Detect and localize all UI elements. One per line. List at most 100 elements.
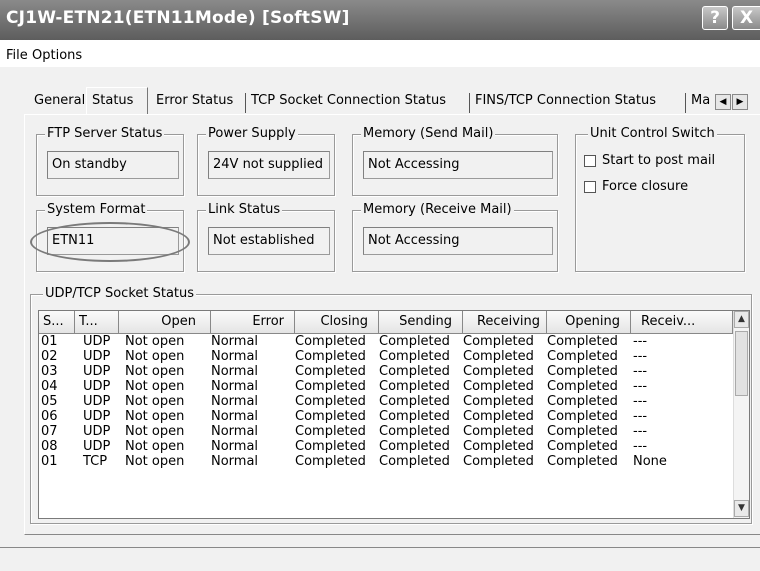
table-row[interactable]: 04 UDP Not open Normal Completed Completed Com… bbox=[39, 379, 733, 394]
table-cell: Not open bbox=[125, 424, 185, 439]
table-cell: Completed bbox=[547, 349, 618, 364]
table-cell: Completed bbox=[547, 379, 618, 394]
table-cell: Completed bbox=[547, 424, 618, 439]
force-closure-option[interactable]: Force closure bbox=[584, 179, 688, 194]
table-cell: Completed bbox=[463, 364, 534, 379]
table-cell: Completed bbox=[379, 439, 450, 454]
table-cell: Completed bbox=[295, 394, 366, 409]
unit-control-switch-label: Unit Control Switch bbox=[588, 126, 717, 141]
column-header[interactable]: Open bbox=[119, 311, 211, 334]
table-cell: Normal bbox=[211, 334, 259, 349]
tab-ma[interactable]: Ma bbox=[691, 93, 710, 108]
table-cell: --- bbox=[633, 409, 648, 424]
table-row[interactable]: 06 UDP Not open Normal Completed Completed Com… bbox=[39, 409, 733, 424]
column-header[interactable]: Sending bbox=[379, 311, 463, 334]
table-cell: UDP bbox=[83, 409, 111, 424]
table-cell: Completed bbox=[379, 409, 450, 424]
table-cell: 04 bbox=[41, 379, 58, 394]
table-cell: Completed bbox=[463, 424, 534, 439]
table-cell: 03 bbox=[41, 364, 58, 379]
table-cell: --- bbox=[633, 379, 648, 394]
power-supply-group: Power Supply 24V not supplied bbox=[197, 126, 335, 196]
column-header[interactable]: Opening bbox=[547, 311, 631, 334]
tab-fins-tcp-connection-status[interactable]: FINS/TCP Connection Status bbox=[475, 93, 656, 108]
table-cell: Completed bbox=[463, 454, 534, 469]
ftp-server-status-value: On standby bbox=[47, 151, 179, 179]
table-cell: --- bbox=[633, 349, 648, 364]
tab-error-status[interactable]: Error Status bbox=[156, 93, 233, 108]
column-header[interactable]: T... bbox=[75, 311, 119, 334]
tab-status[interactable]: Status bbox=[86, 87, 148, 115]
start-to-post-mail-label: Start to post mail bbox=[602, 153, 716, 168]
up-arrow-icon[interactable]: ▲ bbox=[734, 311, 749, 328]
table-cell: Completed bbox=[379, 349, 450, 364]
tab-separator bbox=[469, 93, 470, 113]
left-arrow-icon[interactable]: ◀ bbox=[715, 94, 731, 110]
table-cell: Completed bbox=[463, 334, 534, 349]
table-cell: UDP bbox=[83, 439, 111, 454]
table-cell: Not open bbox=[125, 334, 185, 349]
ftp-server-status-group: FTP Server Status On standby bbox=[36, 126, 184, 196]
table-cell: UDP bbox=[83, 334, 111, 349]
tab-tcp-socket-connection-status[interactable]: TCP Socket Connection Status bbox=[251, 93, 446, 108]
table-cell: Completed bbox=[295, 454, 366, 469]
table-cell: 05 bbox=[41, 394, 58, 409]
close-button[interactable]: X bbox=[732, 6, 760, 30]
table-cell: Not open bbox=[125, 349, 185, 364]
tab-strip: General Status Error Status TCP Socket C… bbox=[0, 67, 760, 119]
tab-general[interactable]: General bbox=[34, 93, 85, 108]
table-cell: Not open bbox=[125, 409, 185, 424]
table-cell: Completed bbox=[463, 439, 534, 454]
table-cell: Completed bbox=[463, 379, 534, 394]
highlight-ellipse bbox=[30, 222, 190, 262]
table-row[interactable]: 07 UDP Not open Normal Completed Completed Com… bbox=[39, 424, 733, 439]
table-cell: Completed bbox=[295, 424, 366, 439]
menu-options[interactable]: Options bbox=[32, 48, 82, 63]
ftp-server-status-label: FTP Server Status bbox=[45, 126, 165, 141]
help-button[interactable]: ? bbox=[702, 6, 728, 30]
socket-status-label: UDP/TCP Socket Status bbox=[43, 286, 197, 301]
vertical-scrollbar[interactable]: ▲ ▼ bbox=[733, 311, 749, 518]
socket-status-list[interactable]: S... T... Open Error Closing Sending Rec… bbox=[38, 310, 750, 519]
table-cell: Completed bbox=[379, 379, 450, 394]
link-status-label: Link Status bbox=[206, 202, 283, 217]
right-arrow-icon[interactable]: ▶ bbox=[732, 94, 748, 110]
table-row[interactable]: 02 UDP Not open Normal Completed Completed Com… bbox=[39, 349, 733, 364]
window-title: CJ1W-ETN21(ETN11Mode) [SoftSW] bbox=[6, 8, 350, 28]
start-to-post-mail-checkbox[interactable] bbox=[584, 154, 596, 167]
tab-separator bbox=[245, 93, 246, 113]
table-cell: UDP bbox=[83, 394, 111, 409]
column-header[interactable]: Receiv... bbox=[631, 311, 733, 334]
table-row[interactable]: 01 TCP Not open Normal Completed Completed Com… bbox=[39, 454, 733, 469]
table-row[interactable]: 01 UDP Not open Normal Completed Completed Com… bbox=[39, 334, 733, 349]
menu-file[interactable]: File bbox=[6, 48, 28, 63]
table-cell: UDP bbox=[83, 349, 111, 364]
down-arrow-icon[interactable]: ▼ bbox=[734, 500, 749, 517]
memory-send-mail-group: Memory (Send Mail) Not Accessing bbox=[352, 126, 558, 196]
column-header[interactable]: Error bbox=[211, 311, 295, 334]
force-closure-checkbox[interactable] bbox=[584, 180, 596, 193]
table-cell: 02 bbox=[41, 349, 58, 364]
tab-separator bbox=[685, 93, 686, 113]
column-header[interactable]: Closing bbox=[295, 311, 379, 334]
table-row[interactable]: 03 UDP Not open Normal Completed Completed Com… bbox=[39, 364, 733, 379]
start-to-post-mail-option[interactable]: Start to post mail bbox=[584, 153, 715, 168]
column-header[interactable]: S... bbox=[39, 311, 75, 334]
list-header: S... T... Open Error Closing Sending Rec… bbox=[39, 311, 733, 334]
table-row[interactable]: 08 UDP Not open Normal Completed Completed Com… bbox=[39, 439, 733, 454]
table-cell: --- bbox=[633, 439, 648, 454]
table-cell: Completed bbox=[295, 334, 366, 349]
column-header[interactable]: Receiving bbox=[463, 311, 547, 334]
table-cell: Completed bbox=[379, 424, 450, 439]
table-cell: Completed bbox=[547, 394, 618, 409]
memory-receive-mail-value: Not Accessing bbox=[363, 227, 553, 255]
table-cell: 01 bbox=[41, 334, 58, 349]
menu-bar: File Options bbox=[0, 40, 760, 67]
table-row[interactable]: 05 UDP Not open Normal Completed Completed Com… bbox=[39, 394, 733, 409]
table-cell: Completed bbox=[379, 334, 450, 349]
table-cell: Completed bbox=[379, 454, 450, 469]
title-bar: CJ1W-ETN21(ETN11Mode) [SoftSW] ? X bbox=[0, 0, 760, 40]
power-supply-label: Power Supply bbox=[206, 126, 298, 141]
table-cell: 06 bbox=[41, 409, 58, 424]
scrollbar-thumb[interactable] bbox=[735, 331, 748, 396]
